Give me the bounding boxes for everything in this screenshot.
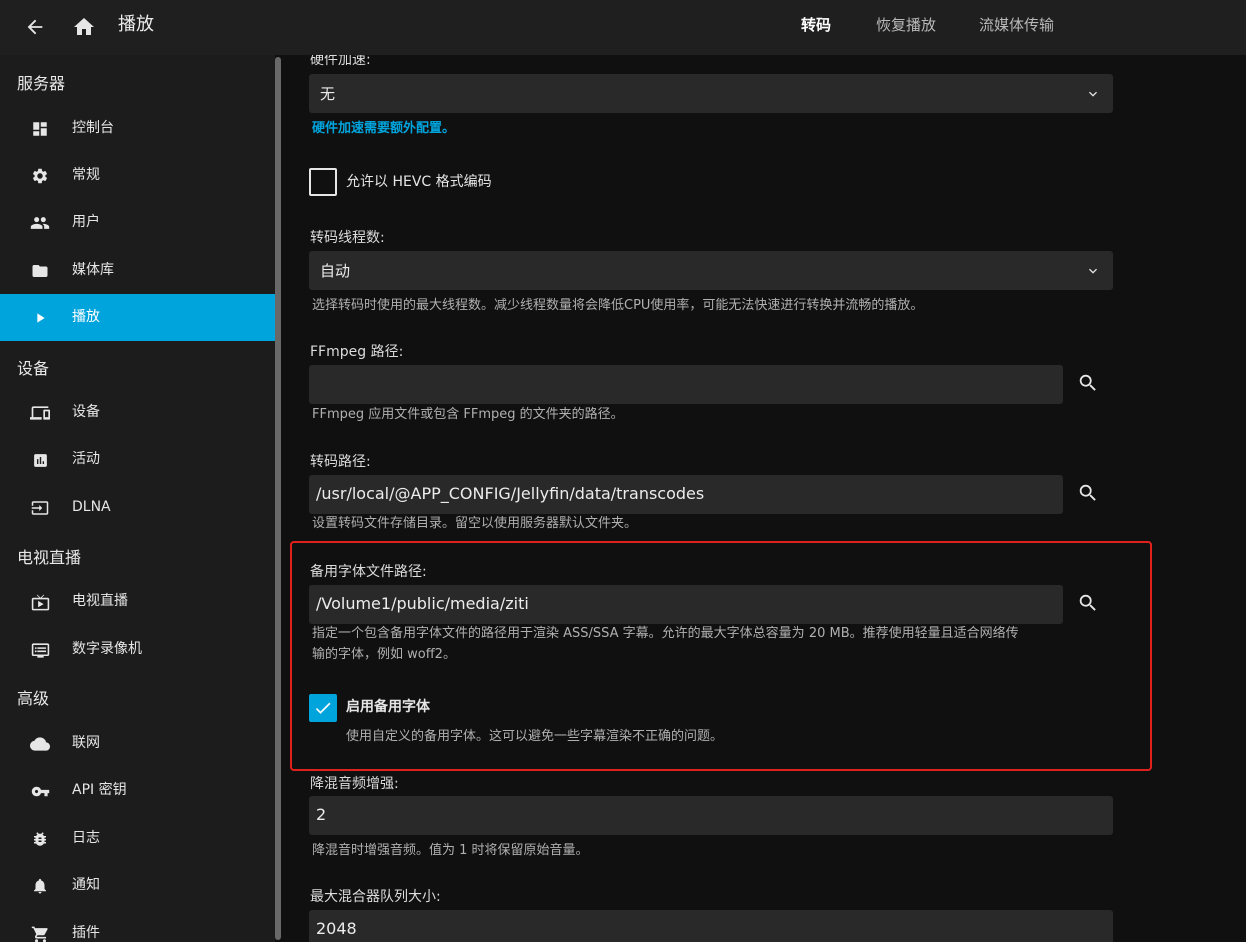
muxer-queue-label: 最大混合器队列大小: (310, 889, 441, 905)
fallback-font-help-line2: 输的字体，例如 woff2。 (312, 647, 456, 662)
bell-icon (30, 876, 50, 896)
threads-help: 选择转码时使用的最大线程数。减少线程数量将会降低CPU使用率，可能无法快速进行转… (312, 298, 924, 313)
hevc-checkbox[interactable] (309, 168, 337, 196)
hevc-label[interactable]: 允许以 HEVC 格式编码 (346, 172, 492, 192)
gear-icon (30, 166, 50, 186)
sidebar-item-devices[interactable]: 设备 (0, 389, 275, 436)
sidebar-item-logs[interactable]: 日志 (0, 815, 275, 862)
ffmpeg-help: FFmpeg 应用文件或包含 FFmpeg 的文件夹的路径。 (312, 407, 624, 422)
sidebar-item-general[interactable]: 常规 (0, 152, 275, 199)
activity-icon (30, 450, 50, 470)
page-title: 播放 (118, 14, 154, 35)
threads-label: 转码线程数: (310, 230, 385, 246)
checkmark-icon (315, 702, 331, 714)
sidebar-section-devices: 设备 (17, 359, 50, 378)
fallback-font-help-line1: 指定一个包含备用字体文件的路径用于渲染 ASS/SSA 字幕。允许的最大字体总容… (312, 626, 1019, 641)
sidebar-section-livetv: 电视直播 (17, 548, 82, 567)
users-icon (30, 213, 50, 233)
enable-fallback-font-help: 使用自定义的备用字体。这可以避免一些字幕渲染不正确的问题。 (346, 729, 724, 744)
folder-icon (30, 261, 50, 281)
cart-icon (30, 924, 50, 942)
devices-icon (30, 403, 50, 423)
downmix-label: 降混音频增强: (310, 776, 399, 792)
settings-content: 硬件加速: 无 硬件加速需要额外配置。 允许以 HEVC 格式编码 转码线程数:… (283, 55, 1246, 942)
fallback-font-search-icon[interactable] (1073, 588, 1103, 618)
sidebar-item-users[interactable]: 用户 (0, 199, 275, 246)
dashboard-icon (30, 119, 50, 139)
sidebar-item-networking[interactable]: 联网 (0, 720, 275, 767)
downmix-input[interactable]: 2 (309, 796, 1113, 835)
hw-accel-select[interactable]: 无 (309, 74, 1113, 113)
transcode-path-search-icon[interactable] (1073, 478, 1103, 508)
app-header: 播放 转码 恢复播放 流媒体传输 (0, 0, 1246, 55)
fallback-font-label: 备用字体文件路径: (310, 564, 427, 580)
transcode-path-help: 设置转码文件存储目录。留空以使用服务器默认文件夹。 (312, 516, 638, 531)
ffmpeg-path-input[interactable] (309, 365, 1063, 404)
live-tv-icon (30, 592, 50, 612)
sidebar-item-livetv[interactable]: 电视直播 (0, 578, 275, 625)
tab-resume[interactable]: 恢复播放 (876, 14, 936, 36)
input-icon (30, 498, 50, 518)
threads-select[interactable]: 自动 (309, 251, 1113, 290)
sidebar-item-notifications[interactable]: 通知 (0, 862, 275, 909)
fallback-font-path-input[interactable]: /Volume1/public/media/ziti (309, 585, 1063, 624)
chevron-down-icon (1085, 86, 1101, 102)
cloud-icon (30, 734, 50, 754)
hw-accel-label: 硬件加速: (310, 55, 371, 68)
back-arrow-icon[interactable] (20, 12, 50, 42)
sidebar-item-playback[interactable]: 播放 (0, 294, 275, 341)
hw-accel-config-link[interactable]: 硬件加速需要额外配置。 (312, 119, 455, 139)
ffmpeg-label: FFmpeg 路径: (310, 344, 404, 360)
tab-streaming[interactable]: 流媒体传输 (979, 14, 1054, 36)
downmix-help: 降混音时增强音频。值为 1 时将保留原始音量。 (312, 843, 589, 858)
key-icon (30, 781, 50, 801)
transcode-path-label: 转码路径: (310, 454, 371, 470)
sidebar-scrollbar-thumb[interactable] (275, 57, 281, 940)
muxer-queue-input[interactable]: 2048 (309, 910, 1113, 942)
transcode-path-input[interactable]: /usr/local/@APP_CONFIG/Jellyfin/data/tra… (309, 475, 1063, 514)
bug-icon (30, 829, 50, 849)
sidebar-item-library[interactable]: 媒体库 (0, 247, 275, 294)
tab-transcoding[interactable]: 转码 (801, 14, 831, 36)
enable-fallback-font-checkbox[interactable] (309, 694, 337, 722)
chevron-down-icon (1085, 263, 1101, 279)
sidebar-section-server: 服务器 (17, 74, 66, 93)
dvr-icon (30, 640, 50, 660)
play-icon (30, 308, 50, 328)
enable-fallback-font-label[interactable]: 启用备用字体 (346, 697, 430, 717)
sidebar-item-activity[interactable]: 活动 (0, 436, 275, 483)
sidebar-item-dashboard[interactable]: 控制台 (0, 105, 275, 152)
sidebar-item-api-keys[interactable]: API 密钥 (0, 767, 275, 814)
sidebar-item-plugins[interactable]: 插件 (0, 910, 275, 942)
sidebar-section-advanced: 高级 (17, 689, 50, 708)
sidebar-item-dlna[interactable]: DLNA (0, 484, 275, 531)
sidebar-item-dvr[interactable]: 数字录像机 (0, 626, 275, 673)
ffmpeg-search-icon[interactable] (1073, 368, 1103, 398)
home-icon[interactable] (69, 12, 99, 42)
sidebar: 服务器 控制台 常规 用户 媒体库 播放 设备 设备 活动 DLNA 电视直播 … (0, 55, 275, 942)
